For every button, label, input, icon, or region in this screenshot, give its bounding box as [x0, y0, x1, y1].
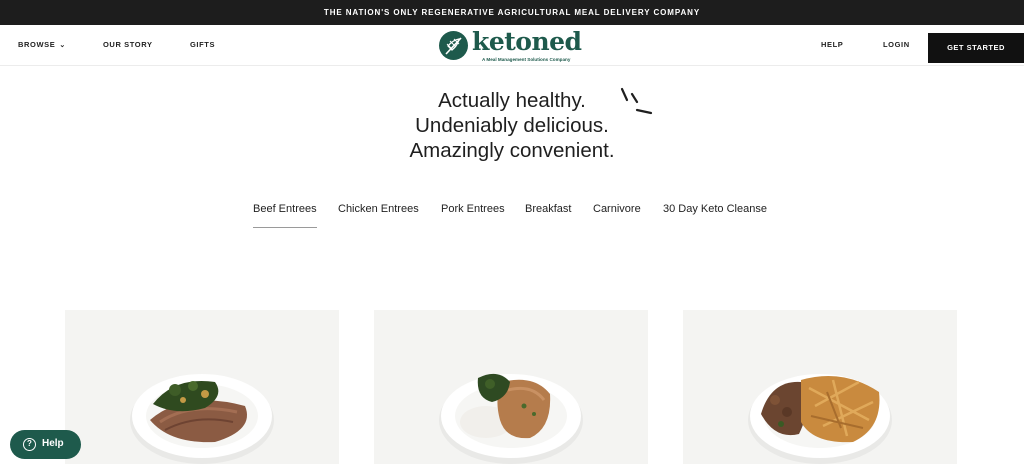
hero-line-3: Amazingly convenient.: [409, 139, 615, 162]
product-card[interactable]: [374, 310, 648, 464]
gifts-link[interactable]: GIFTS: [190, 40, 215, 49]
ketoned-logo[interactable]: ketoned A Meal Management Solutions Comp…: [438, 27, 588, 66]
logo-wordmark: ketoned: [472, 27, 582, 56]
tab-beef-entrees[interactable]: Beef Entrees: [253, 203, 317, 228]
hero-line-1: Actually healthy.: [438, 89, 586, 112]
help-label: Help: [42, 438, 64, 449]
chevron-down-icon: ⌄: [59, 42, 66, 49]
announcement-bar: THE NATION'S ONLY REGENERATIVE AGRICULTU…: [0, 0, 1024, 25]
beef-entree-image: [748, 374, 892, 464]
tab-breakfast[interactable]: Breakfast: [525, 203, 571, 215]
question-icon: ?: [23, 438, 36, 451]
hero-heading: Actually healthy. Undeniably delicious. …: [300, 88, 724, 163]
leaf-logo-icon: [439, 31, 468, 60]
tab-pork-entrees[interactable]: Pork Entrees: [441, 203, 505, 215]
category-tabs: Beef Entrees Chicken Entrees Pork Entree…: [0, 203, 1024, 233]
browse-menu[interactable]: BROWSE ⌄: [18, 40, 66, 49]
help-button[interactable]: ? Help: [10, 430, 81, 459]
beef-entree-image: [439, 373, 583, 464]
sparkle-lines-icon: [620, 87, 653, 115]
our-story-link[interactable]: OUR STORY: [103, 40, 153, 49]
hero-line-2: Undeniably delicious.: [415, 114, 609, 137]
get-started-button[interactable]: GET STARTED: [928, 33, 1024, 63]
logo-tagline: A Meal Management Solutions Company: [482, 57, 571, 62]
product-card[interactable]: [683, 310, 957, 464]
beef-entree-image: [130, 374, 274, 464]
login-link[interactable]: LOGIN: [883, 40, 910, 49]
help-link[interactable]: HELP: [821, 40, 843, 49]
product-card[interactable]: [65, 310, 339, 464]
tab-30-day-keto-cleanse[interactable]: 30 Day Keto Cleanse: [663, 203, 767, 215]
browse-label: BROWSE: [18, 40, 56, 49]
tab-carnivore[interactable]: Carnivore: [593, 203, 641, 215]
tab-chicken-entrees[interactable]: Chicken Entrees: [338, 203, 419, 215]
